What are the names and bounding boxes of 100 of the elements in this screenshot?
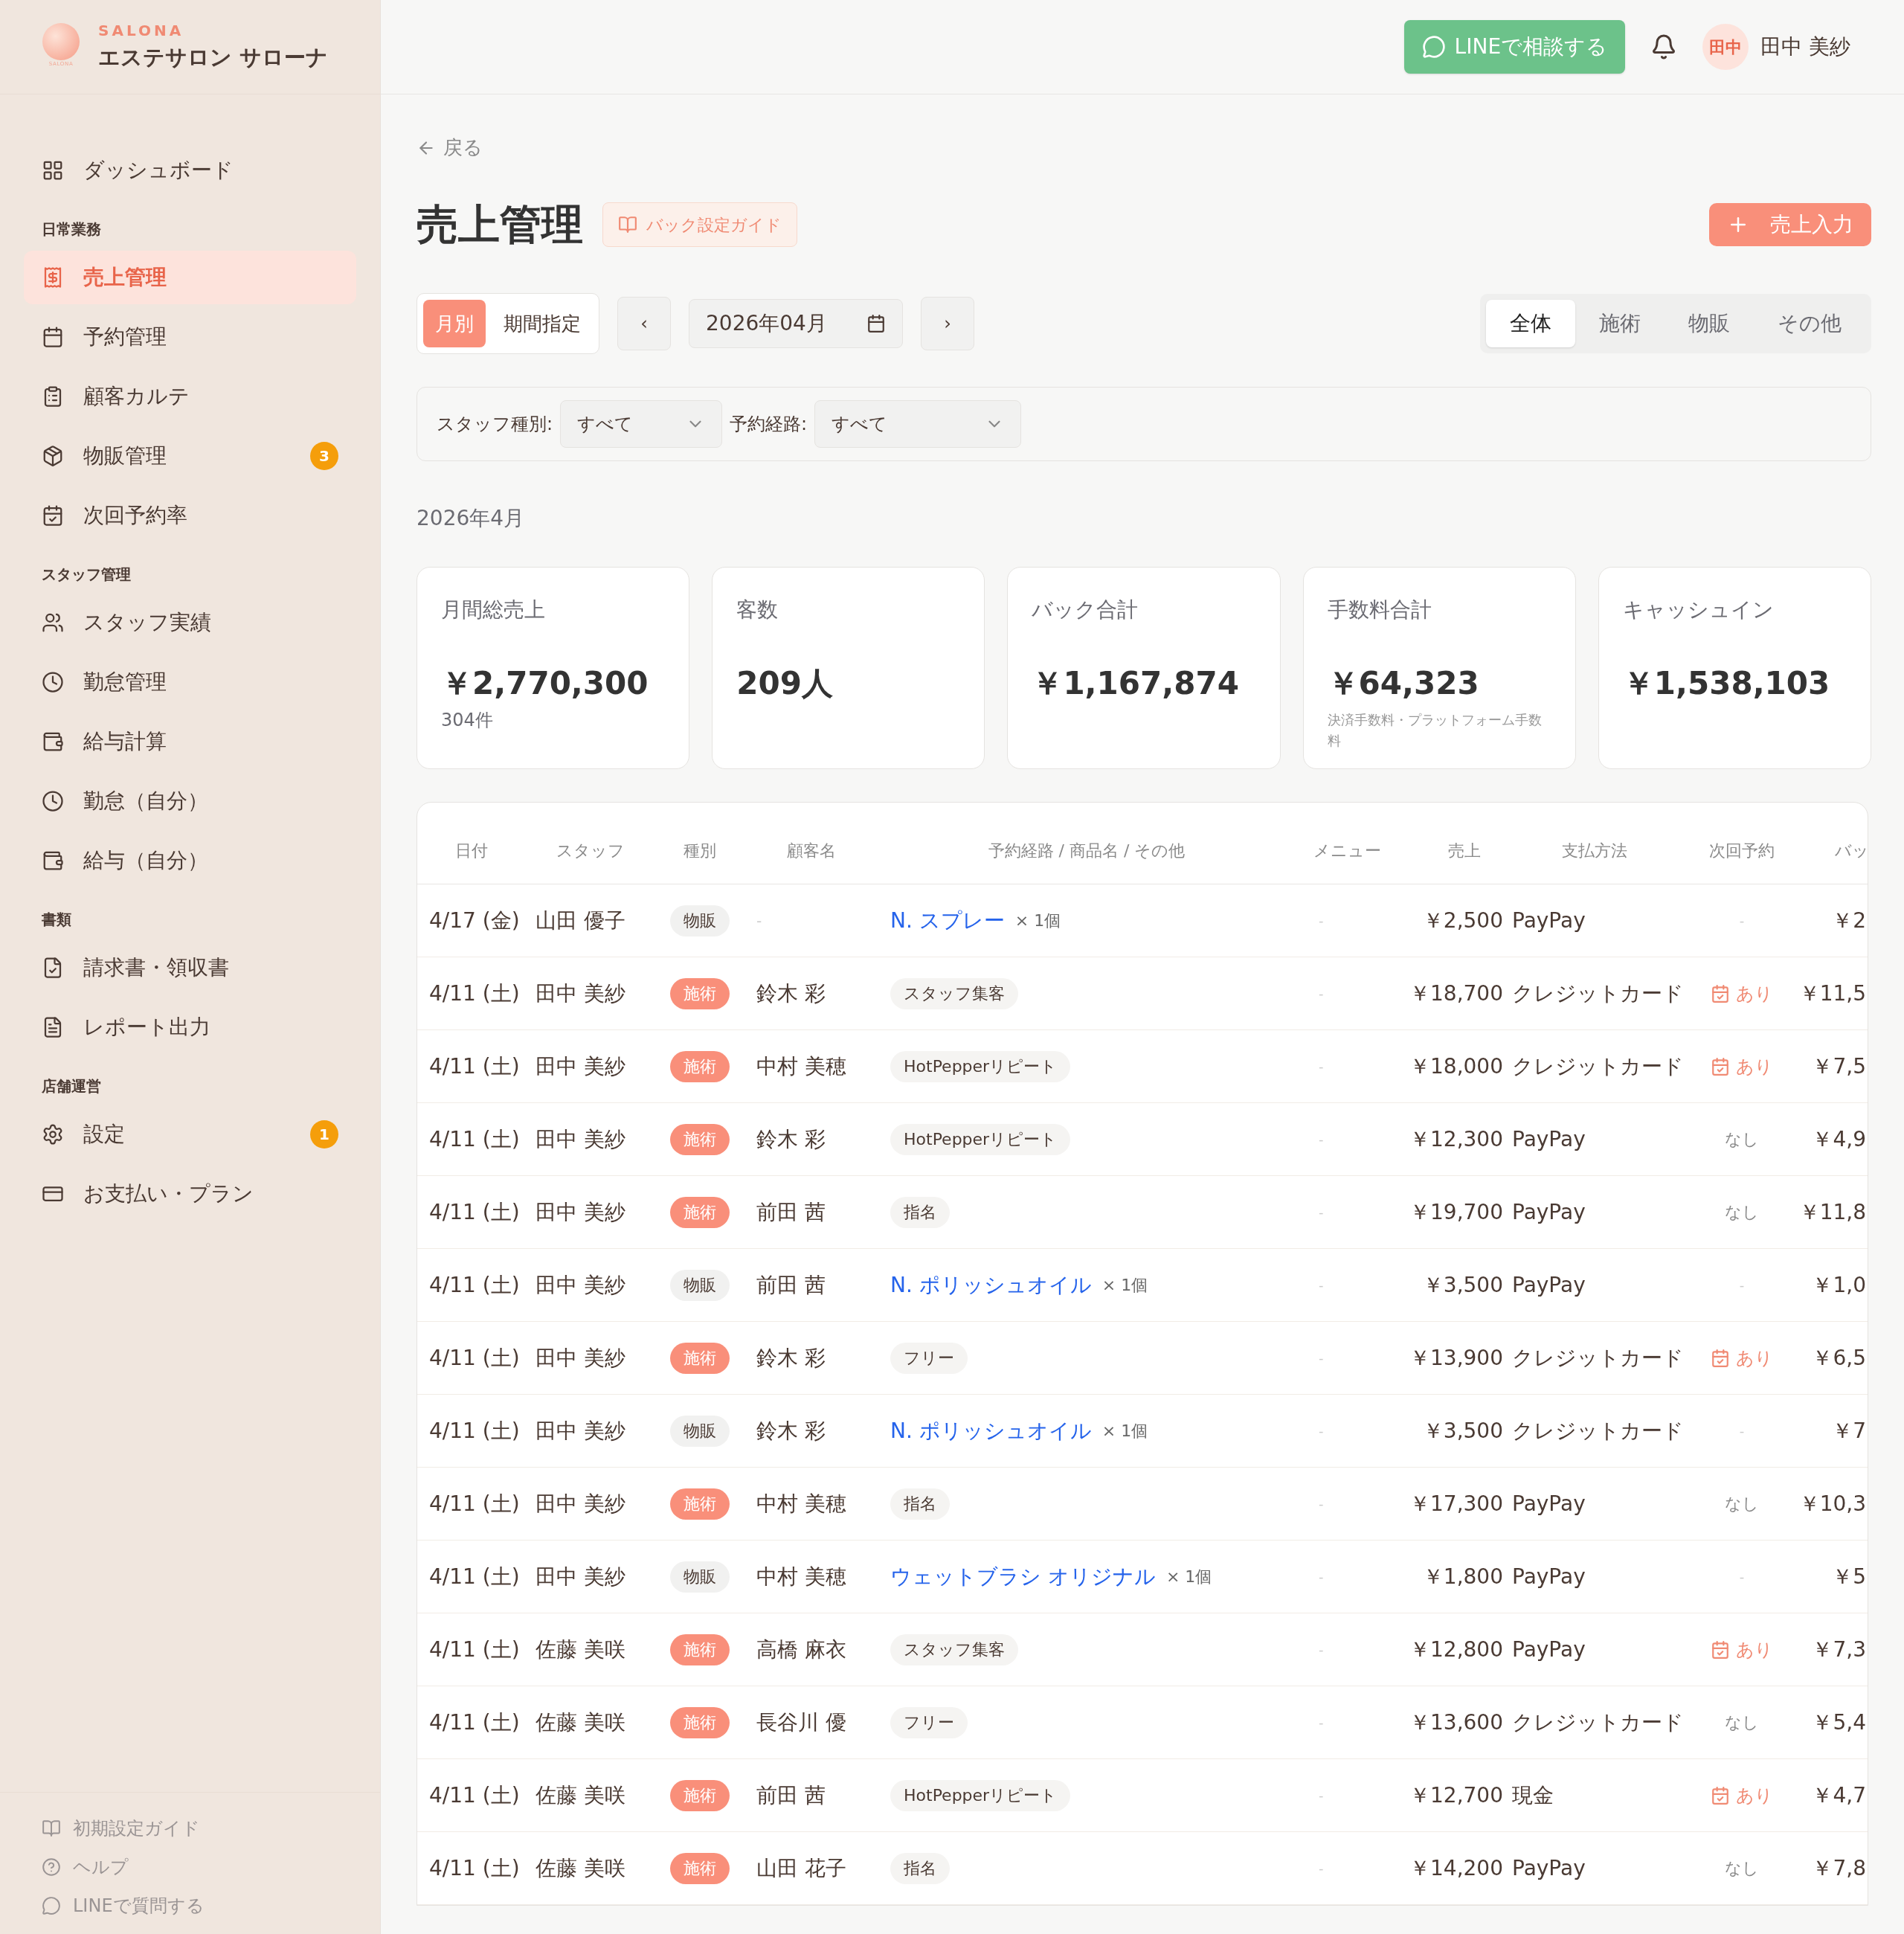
nav-item[interactable]: 物販管理 3 [24,429,356,483]
type-badge: 施術 [670,1123,730,1155]
route-tag: フリー [890,1706,968,1738]
next-booking-status: あり [1711,1782,1773,1809]
payment-cell-text: クレジットカード [1511,1344,1685,1372]
staff-cell-text: 佐藤 美咲 [535,1854,626,1882]
period-label: 2026年4月 [416,505,526,532]
next-booking-status: あり [1711,1344,1773,1372]
chat-bubble-icon [1421,35,1446,59]
column-header: バッ [1834,841,1869,861]
nav-item[interactable]: 次回予約率 [24,489,356,542]
next-month-button[interactable]: › [921,297,974,350]
nav-item[interactable]: 設定 1 [24,1108,356,1161]
nav-item[interactable]: 勤怠管理 [24,655,356,709]
sales-cell-text: ￥1,800 [1421,1563,1503,1590]
staff-cell-text: 田中 美紗 [535,1271,626,1299]
payment-cell-text: PayPay [1511,1636,1586,1663]
count-badge: 1 [310,1120,338,1148]
mode-tab[interactable]: 期間指定 [492,300,593,347]
nav-item[interactable]: 請求書・領収書 [24,941,356,995]
type-badge: 物販 [670,1415,730,1447]
sales-cell-text: ￥19,700 [1409,1198,1503,1226]
type-tab[interactable]: 物販 [1665,300,1754,347]
nav-item[interactable]: 顧客カルテ [24,370,356,423]
filter-select[interactable]: すべて [814,400,1022,448]
sales-cell-text: ￥2,500 [1421,907,1503,934]
staff-cell-text: 佐藤 美咲 [535,1709,626,1736]
type-tab[interactable]: その他 [1754,300,1865,347]
date-cell-text: 4/11 (土) [428,1636,521,1663]
payment-cell-text: PayPay [1511,1271,1586,1299]
sales-cell-text: ￥13,900 [1409,1344,1503,1372]
back-amount-cell-text: ￥5 [1831,1563,1867,1590]
nav-item[interactable]: スタッフ実績 [24,596,356,649]
customer-cell-text: 鈴木 彩 [756,1125,826,1153]
calendar-check-icon [42,504,64,527]
date-cell-text: 4/17 (金) [428,907,521,934]
date-cell-text: 4/11 (土) [428,1344,521,1372]
type-tab[interactable]: 全体 [1486,300,1575,347]
column-header: メニュー [1312,841,1382,861]
staff-cell-text: 田中 美紗 [535,980,626,1007]
date-cell-text: 4/11 (土) [428,1490,521,1517]
back-amount-cell-text: ￥10,3 [1798,1490,1867,1517]
column-header: 種別 [683,841,717,861]
customer-cell-text: 鈴木 彩 [756,1417,826,1445]
settings-icon [42,1123,64,1146]
staff-cell-text: 田中 美紗 [535,1198,626,1226]
filter-select[interactable]: すべて [560,400,723,448]
next-booking-status: あり [1711,980,1773,1007]
payment-cell-text: クレジットカード [1511,1417,1685,1445]
back-amount-cell-text: ￥5,4 [1811,1709,1867,1736]
type-badge: 物販 [670,1561,730,1593]
type-badge: 施術 [670,1633,730,1665]
stat-label: バック合計 [1032,597,1139,623]
column-header: スタッフ [555,841,625,861]
nav-item[interactable]: 予約管理 [24,310,356,364]
sales-cell-text: ￥3,500 [1421,1417,1503,1445]
menu-cell-text: - [1318,1276,1325,1294]
product-link[interactable]: ウェットブラシ オリジナル [890,1561,1156,1593]
nav-item[interactable]: 勤怠（自分） [24,774,356,828]
people-icon [42,611,64,634]
product-link[interactable]: N. ポリッシュオイル [890,1269,1092,1301]
next-booking-status: なし [1725,1494,1759,1514]
menu-cell-text: - [1318,1495,1325,1513]
nav-item[interactable]: レポート出力 [24,1000,356,1054]
product-link[interactable]: N. ポリッシュオイル [890,1415,1092,1447]
column-header: 次回予約 [1708,841,1775,861]
calendar-icon [866,314,886,333]
stat-value: ￥2,770,300 [441,664,649,703]
month-field[interactable]: 2026年04月 [689,299,903,348]
sales-cell-text: ￥14,200 [1409,1854,1503,1882]
quantity-text: × 1個 [1165,1567,1212,1587]
book-icon [618,215,637,234]
stat-label: キャッシュイン [1622,597,1775,623]
previous-month-button[interactable]: ‹ [617,297,671,350]
nav-item[interactable]: お支払い・プラン [24,1167,356,1221]
nav-item[interactable]: ダッシュボード [24,144,356,197]
next-booking-status: あり [1711,1053,1773,1080]
type-badge: 施術 [670,1852,730,1884]
brand-name: エステサロン サローナ [98,44,329,72]
date-cell-text: 4/11 (土) [428,980,521,1007]
nav-item[interactable]: 給与（自分） [24,834,356,887]
menu-cell-text: - [1318,1787,1325,1805]
sales-cell-text: ￥12,700 [1409,1782,1503,1809]
section-label: スタッフ管理 [41,565,132,585]
type-badge: 施術 [670,1196,730,1228]
count-badge: 3 [310,442,338,470]
filter-label: スタッフ種別: [437,413,553,436]
page-title: 売上管理 [416,199,583,250]
nav-item[interactable]: 給与計算 [24,715,356,768]
product-link[interactable]: N. スプレー [890,905,1005,937]
type-tab[interactable]: 施術 [1575,300,1665,347]
calendar-check-icon [1711,1056,1730,1076]
type-badge: 物販 [670,1269,730,1301]
back-amount-cell-text: ￥6,5 [1811,1344,1867,1372]
payment-cell-text: クレジットカード [1511,980,1685,1007]
type-badge: 施術 [670,1488,730,1520]
payment-cell-text: PayPay [1511,1854,1586,1882]
column-header: 予約経路 / 商品名 / その他 [987,841,1186,861]
menu-cell-text: - [1318,1860,1325,1877]
staff-cell-text: 田中 美紗 [535,1417,626,1445]
